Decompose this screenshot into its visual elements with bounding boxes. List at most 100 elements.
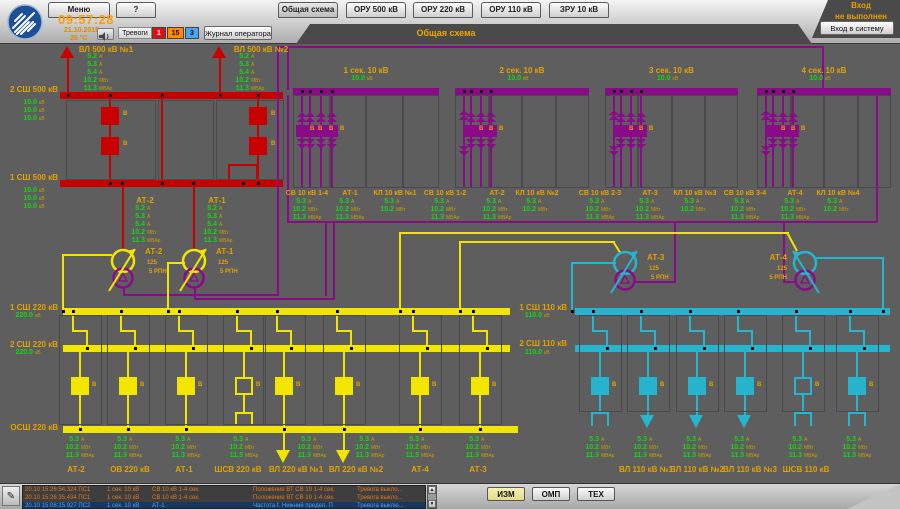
measurement: 11.3МВАр	[783, 452, 819, 460]
breaker-110-ВЛ 110 кВ №2[interactable]	[688, 377, 706, 395]
bus-label: 2 СШ 500 кВ	[0, 85, 58, 94]
busbar-110-1	[575, 308, 890, 315]
breaker-110-ВЛ 110 кВ №3[interactable]	[736, 377, 754, 395]
log-row[interactable]: 20.10 15:26:54.324 ПС1 1 сек. 10 кВ СВ 1…	[23, 486, 425, 494]
measurement-unit: МВАр	[351, 214, 366, 222]
measurement-value: 5.3	[589, 436, 599, 444]
measurement-unit: А	[81, 436, 96, 444]
bus-connection-dot	[571, 310, 574, 313]
scroll-up-icon[interactable]: ▲	[428, 486, 436, 494]
measurement-unit: А	[839, 198, 854, 206]
bay-cell	[399, 315, 442, 425]
tab-overview[interactable]: Общая схема	[278, 2, 338, 18]
speaker-icon[interactable]	[97, 28, 114, 40]
measurement: 10.2МВт	[677, 444, 713, 452]
breaker-110-ШСВ 110 кВ[interactable]	[794, 377, 812, 395]
measurement-value: 11.3	[114, 452, 127, 460]
breaker-label: В	[329, 125, 333, 134]
tab-oru-220[interactable]: ОРУ 220 кВ	[413, 2, 473, 18]
feeder-arrow-icon	[336, 450, 350, 463]
feeder-arrow-icon	[689, 415, 703, 428]
date: 21.10.2015	[64, 27, 99, 34]
autotransformer-AT-1[interactable]	[170, 245, 218, 307]
busbar-220-bypass	[63, 426, 518, 433]
transformer-rating: 125	[649, 265, 659, 274]
breaker-220-АТ-4[interactable]	[411, 377, 429, 395]
bus-connection-dot	[426, 347, 429, 350]
help-button[interactable]: ?	[116, 2, 156, 18]
operator-journal-button[interactable]: Журнал оператора	[204, 26, 272, 40]
scroll-down-icon[interactable]: ▼	[428, 500, 436, 508]
transformer-feed-line	[193, 186, 195, 251]
breaker-110-5[interactable]	[848, 377, 866, 395]
breaker-500[interactable]	[101, 137, 119, 155]
measurement-unit: А	[308, 198, 323, 206]
log-status: Тревога выкло...	[357, 494, 403, 502]
breaker-220-ВЛ 220 кВ №1[interactable]	[275, 377, 293, 395]
izm-button[interactable]: ИЗМ	[487, 487, 525, 501]
breaker-110-0[interactable]	[591, 377, 609, 395]
breaker-220-АТ-2[interactable]	[71, 377, 89, 395]
measurement-value: 5.3	[207, 213, 217, 221]
chevron-icon	[616, 144, 626, 149]
bus-connection-dot	[795, 310, 798, 313]
measurement: 10.2МВт	[675, 206, 711, 214]
measurement-unit: МВАр	[498, 214, 513, 222]
breaker-500[interactable]	[101, 107, 119, 125]
measurement-value: 11.3	[781, 214, 794, 222]
breaker-220-АТ-1[interactable]	[177, 377, 195, 395]
measurement: 10.0кВ	[18, 99, 54, 107]
tab-oru-110[interactable]: ОРУ 110 кВ	[481, 2, 541, 18]
teh-button[interactable]: ТЕХ	[577, 487, 615, 501]
measurement: 5.3А	[477, 198, 513, 206]
measurement: 5.2А	[230, 53, 266, 61]
measurement-unit: А	[858, 436, 873, 444]
bus-voltage: 220.0кВ	[14, 349, 50, 357]
measurement-unit: А	[481, 436, 496, 444]
log-row-selected[interactable]: 20.10 15:08:15.927 ПС2 1 сек. 10 кВ АТ-1…	[23, 502, 425, 509]
measurement: 11.3МВАр	[350, 452, 386, 460]
bus-connection-dot	[399, 310, 402, 313]
measurement-value: 5.4	[239, 69, 249, 77]
bus-voltage: 110.0кВ	[523, 312, 559, 320]
measurement: 10.2МВт	[725, 206, 761, 214]
bay-measurements: 5.3А10.2МВт	[818, 198, 854, 214]
log-row[interactable]: 20.10 15:26:35.434 ПС1 1 сек. 10 кВ СВ 1…	[23, 494, 425, 502]
breaker-500[interactable]	[249, 107, 267, 125]
alarm-count-warning[interactable]: 15	[167, 27, 184, 39]
breaker-label: В	[256, 381, 260, 390]
breaker-500[interactable]	[249, 137, 267, 155]
autotransformer-AT-3[interactable]	[601, 247, 649, 309]
acknowledge-icon[interactable]: ✎	[2, 486, 20, 506]
breaker-110-ВЛ 110 кВ №1[interactable]	[639, 377, 657, 395]
breaker-220-АТ-3[interactable]	[471, 377, 489, 395]
bus-connection-dot	[276, 310, 279, 313]
log-scrollbar[interactable]: ▲ ▼	[427, 485, 437, 509]
section-label: 2 сек. 10 кВ	[500, 66, 545, 75]
wire	[571, 262, 573, 312]
section-voltage: 10.0кВ	[502, 75, 538, 83]
alarm-count-critical[interactable]: 1	[152, 27, 166, 39]
login-button[interactable]: Вход в систему	[820, 21, 894, 35]
measurement: 11.3МВАр	[400, 452, 436, 460]
event-log[interactable]: 20.10 15:26:54.324 ПС1 1 сек. 10 кВ СВ 1…	[22, 485, 426, 509]
measurement-value: 5.3	[734, 436, 744, 444]
autotransformer-AT-4[interactable]	[781, 247, 829, 309]
measurement: 11.3МВАр	[330, 214, 366, 222]
bay-measurements: 5.3А10.2МВт11.3МВАр	[725, 436, 761, 460]
section-voltage: 10.0кВ	[804, 75, 840, 83]
breaker-220-ШСВ 220 кВ[interactable]	[235, 377, 253, 395]
bay-cell	[858, 95, 892, 188]
omp-button[interactable]: ОМП	[532, 487, 570, 501]
bus-connection-dot	[109, 94, 112, 97]
breaker-220-ВЛ 220 кВ №2[interactable]	[335, 377, 353, 395]
breaker-220-ОВ 220 кВ[interactable]	[119, 377, 137, 395]
autotransformer-AT-2[interactable]	[99, 245, 147, 307]
measurement-value: 5.2	[87, 53, 97, 61]
alarm-count-info[interactable]: 3	[185, 27, 199, 39]
chevron-icon	[316, 117, 326, 122]
alarms-label[interactable]: Тревоги	[118, 27, 152, 39]
tab-zru-10[interactable]: ЗРУ 10 кВ	[549, 2, 609, 18]
tab-oru-500[interactable]: ОРУ 500 кВ	[346, 2, 406, 18]
chevron-icon	[466, 117, 476, 122]
